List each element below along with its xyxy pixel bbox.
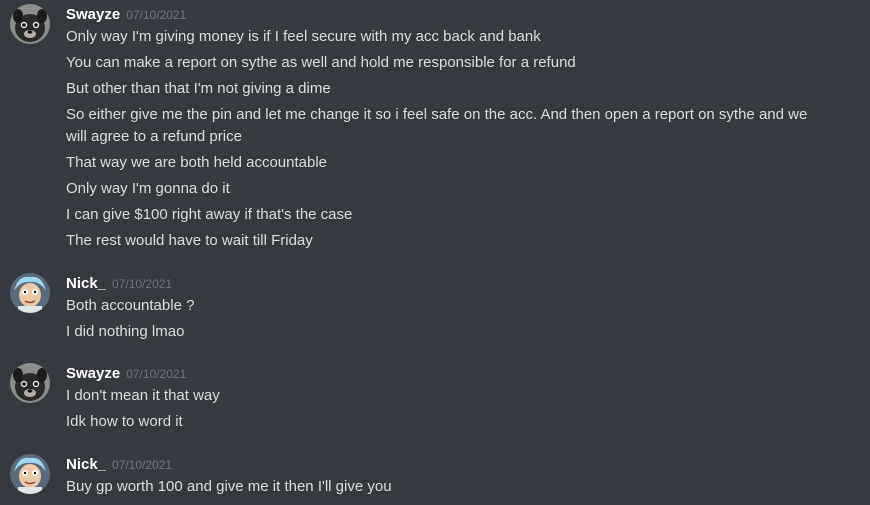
cartoon-scientist-avatar[interactable] [10,273,50,313]
timestamp: 07/10/2021 [126,8,187,22]
message-header: Nick_ 07/10/2021 [66,273,172,295]
timestamp: 07/10/2021 [126,367,187,381]
message-lines: Both accountable ? I did nothing lmao [66,295,826,347]
cartoon-scientist-avatar[interactable] [10,454,50,494]
username[interactable]: Nick_ [66,275,106,292]
message-text: Only way I'm gonna do it [66,180,230,197]
message-text: Only way I'm giving money is if I feel s… [66,28,541,45]
message-lines: Only way I'm giving money is if I feel s… [66,26,826,256]
pug-dog-avatar[interactable] [10,363,50,403]
message-text: I don't mean it that way [66,387,220,404]
username[interactable]: Nick_ [66,456,106,473]
message-text: Buy gp worth 100 and give me it then I'l… [66,478,392,495]
timestamp: 07/10/2021 [112,277,173,291]
message-text: The rest would have to wait till Friday [66,232,313,249]
chat-message-list: Swayze 07/10/2021 Only way I'm giving mon… [0,0,870,505]
message-header: Swayze 07/10/2021 [66,363,186,385]
message-text: So either give me the pin and let me cha… [66,106,808,145]
message-lines: I don't mean it that way Idk how to word… [66,385,826,437]
message-lines: Buy gp worth 100 and give me it then I'l… [66,476,826,502]
username[interactable]: Swayze [66,6,120,23]
message-text: Both accountable ? [66,297,195,314]
timestamp: 07/10/2021 [112,458,173,472]
message-header: Nick_ 07/10/2021 [66,454,172,476]
message-text: That way we are both held accountable [66,154,327,171]
message-text: I can give $100 right away if that's the… [66,206,353,223]
message-text: But other than that I'm not giving a dim… [66,80,331,97]
username[interactable]: Swayze [66,365,120,382]
message-text: I did nothing lmao [66,323,185,340]
pug-dog-avatar[interactable] [10,4,50,44]
message-text: Idk how to word it [66,413,183,430]
message-header: Swayze 07/10/2021 [66,4,186,26]
message-text: You can make a report on sythe as well a… [66,54,576,71]
